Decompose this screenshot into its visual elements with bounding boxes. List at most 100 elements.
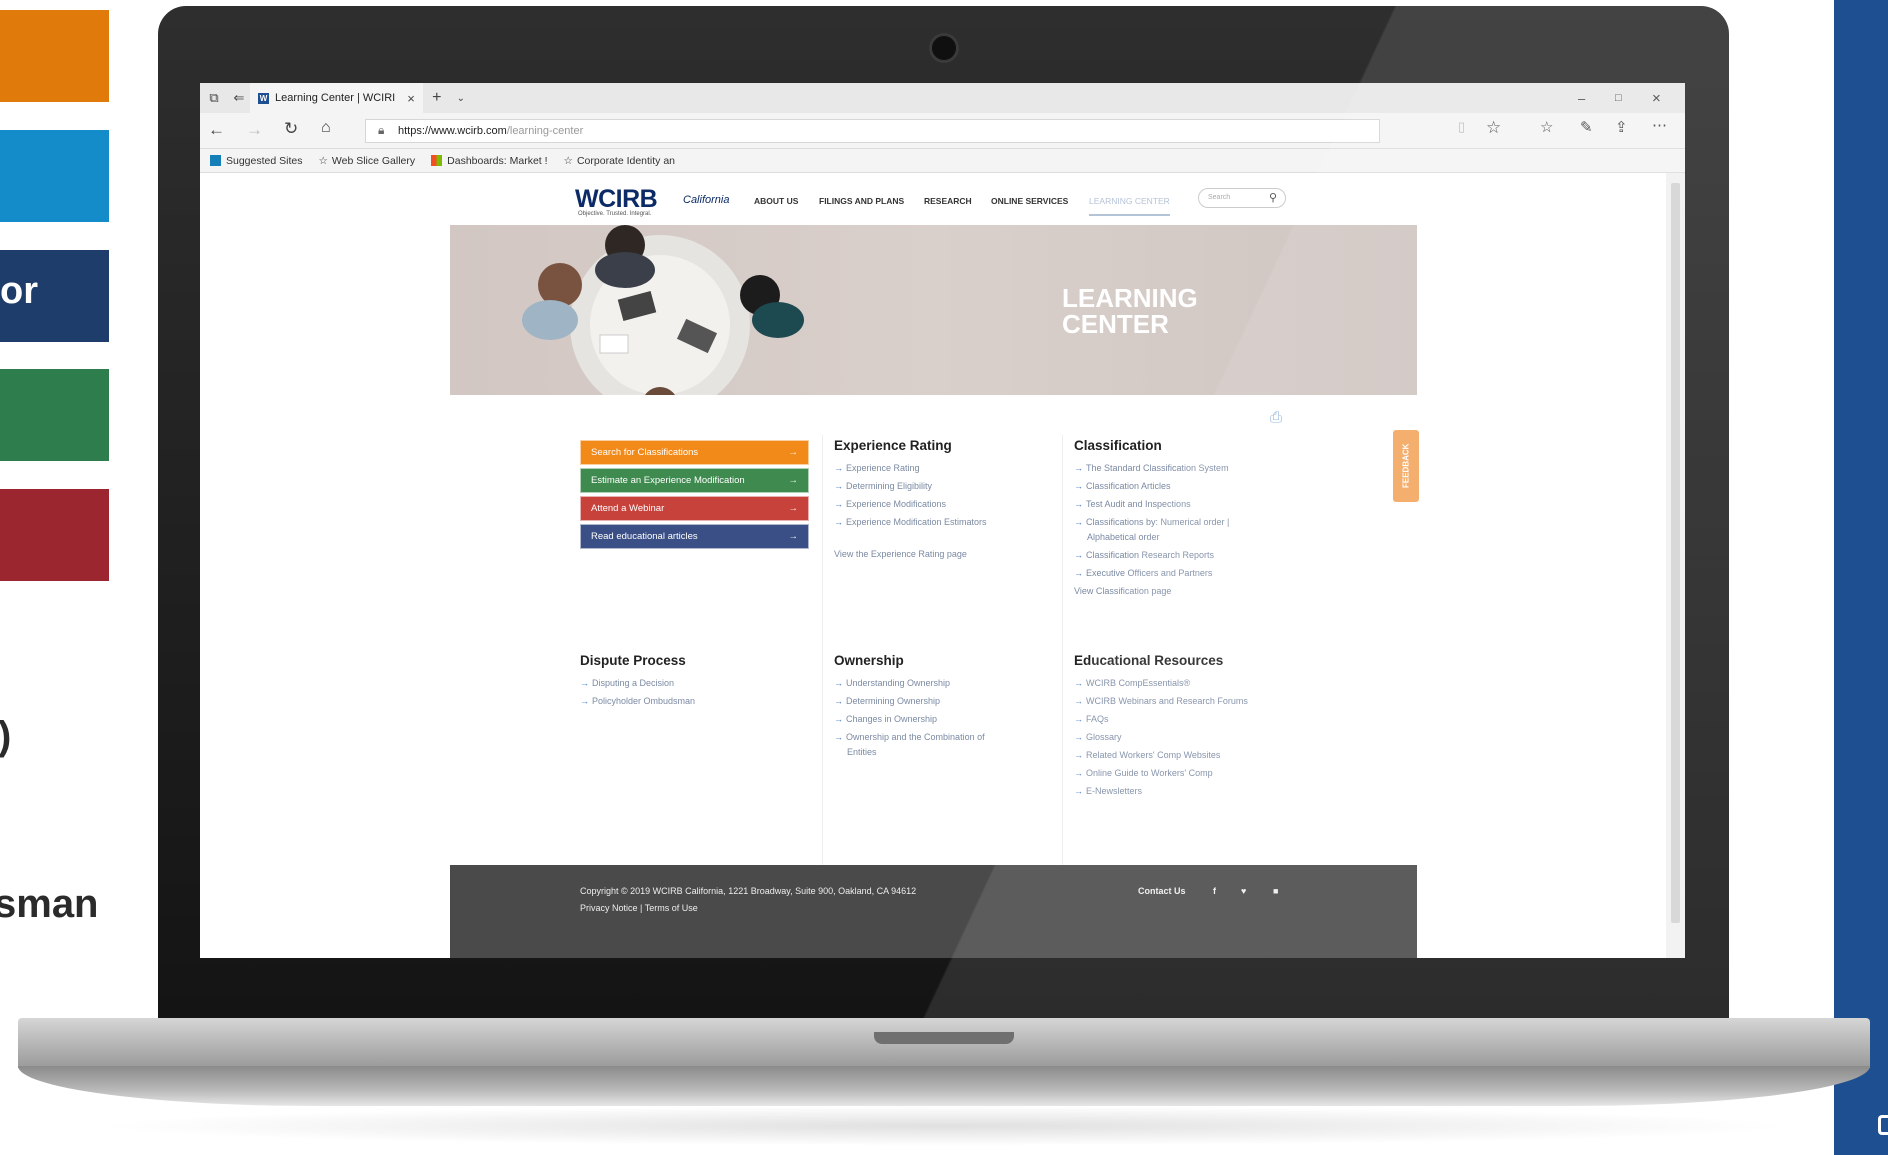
read-articles-button[interactable]: Read educational articles →	[580, 524, 809, 549]
close-tab-icon[interactable]: ×	[407, 91, 415, 106]
feedback-tab[interactable]: FEEDBACK	[1393, 430, 1419, 502]
wcirb-logo[interactable]: WCIRB	[575, 185, 658, 214]
new-tab-icon[interactable]: +	[423, 89, 451, 107]
educational-link[interactable]: → FAQs	[1074, 714, 1109, 724]
ownership-link[interactable]: → Changes in Ownership	[834, 714, 937, 724]
hero-title: LEARNING CENTER	[1062, 283, 1198, 339]
arrow-right-icon: →	[788, 531, 799, 542]
tab-bar: ⧉ ⇐ W Learning Center | WCIRI × + ⌄ – □ …	[200, 83, 1685, 113]
star-icon: ☆	[563, 154, 573, 167]
share-icon[interactable]: ⇪	[1615, 118, 1628, 136]
view-experience-rating-link[interactable]: View the Experience Rating page	[834, 549, 967, 559]
chevron-down-icon[interactable]: ⌄	[451, 93, 471, 104]
experience-rating-link[interactable]: → Experience Rating	[834, 463, 920, 473]
classification-link[interactable]: → Classification Research Reports	[1074, 550, 1214, 560]
ownership-link-wrap[interactable]: Entities	[847, 747, 877, 757]
close-window-icon[interactable]: ×	[1652, 90, 1661, 107]
refresh-icon[interactable]: ↻	[284, 119, 298, 139]
green-tile	[0, 369, 109, 461]
twitter-icon[interactable]: ♥	[1241, 886, 1246, 896]
footer-links[interactable]: Privacy Notice | Terms of Use	[580, 903, 698, 913]
back-tabs-icon[interactable]: ⇐	[228, 90, 250, 106]
fav-item[interactable]: Suggested Sites	[210, 155, 302, 167]
webcam-icon	[929, 33, 959, 63]
classification-link[interactable]: → Executive Officers and Partners	[1074, 568, 1212, 578]
right-bar-glyph	[1878, 1115, 1888, 1135]
slide: or ) sman ⧉ ⇐ W Learning Center | WCIRI …	[0, 0, 1888, 1155]
estimate-xmod-button[interactable]: Estimate an Experience Modification →	[580, 468, 809, 493]
right-blue-bar	[1834, 0, 1888, 1155]
windows-icon	[431, 155, 443, 167]
pen-icon[interactable]: ✎	[1580, 118, 1593, 136]
navy-tile-label: or	[0, 270, 38, 312]
print-icon[interactable]: ⎙	[1270, 409, 1282, 426]
back-arrow-icon[interactable]: ←	[208, 120, 225, 140]
experience-rating-link[interactable]: → Determining Eligibility	[834, 481, 932, 491]
search-classifications-button[interactable]: Search for Classifications →	[580, 440, 809, 465]
forward-arrow-icon[interactable]: →	[246, 120, 263, 140]
ownership-link[interactable]: → Determining Ownership	[834, 696, 940, 706]
arrow-right-icon: →	[788, 475, 799, 486]
attend-webinar-button[interactable]: Attend a Webinar →	[580, 496, 809, 521]
nav-learning-center[interactable]: LEARNING CENTER	[1089, 196, 1170, 216]
scrollbar-thumb[interactable]	[1671, 183, 1680, 923]
nav-online-services[interactable]: ONLINE SERVICES	[991, 196, 1068, 206]
favorites-icon[interactable]: ☆	[1540, 118, 1553, 136]
educational-link[interactable]: → WCIRB CompEssentials®	[1074, 678, 1190, 688]
search-icon[interactable]: ⚲	[1269, 191, 1277, 204]
vertical-scrollbar[interactable]	[1666, 173, 1685, 958]
dispute-link[interactable]: → Disputing a Decision	[580, 678, 674, 688]
more-icon[interactable]: ⋯	[1652, 116, 1667, 134]
site-search-input[interactable]: Search ⚲	[1198, 188, 1286, 208]
home-icon[interactable]: ⌂	[321, 119, 331, 137]
favorites-bar: Suggested Sites ☆ Web Slice Gallery Dashb…	[200, 149, 1685, 173]
experience-rating-link[interactable]: → Experience Modifications	[834, 499, 946, 509]
url-field[interactable]: 🔒︎ https://www.wcirb.com/learning-center	[365, 119, 1380, 143]
arrow-right-icon: →	[788, 503, 799, 514]
hero-banner: LEARNING CENTER	[450, 225, 1417, 395]
classification-link[interactable]: → Test Audit and Inspections	[1074, 499, 1191, 509]
educational-link[interactable]: → E-Newsletters	[1074, 786, 1142, 796]
fav-item[interactable]: ☆ Corporate Identity an	[564, 155, 675, 167]
site-nav: WCIRB California Objective. Trusted. Int…	[450, 173, 1417, 225]
ownership-link[interactable]: → Ownership and the Combination of	[834, 732, 985, 742]
wcirb-site: WCIRB California Objective. Trusted. Int…	[450, 173, 1419, 958]
logo-sub: California	[683, 194, 730, 206]
site-footer: Copyright © 2019 WCIRB California, 1221 …	[450, 865, 1417, 958]
classification-link[interactable]: → Classifications by: Numerical order |	[1074, 517, 1229, 527]
column-divider	[822, 435, 823, 895]
educational-link[interactable]: → Glossary	[1074, 732, 1122, 742]
star-icon[interactable]: ☆	[1486, 118, 1501, 138]
classification-link[interactable]: → Classification Articles	[1074, 481, 1171, 491]
page-viewport: WCIRB California Objective. Trusted. Int…	[200, 173, 1685, 958]
fav-item[interactable]: ☆ Web Slice Gallery	[318, 155, 415, 167]
fav-item[interactable]: Dashboards: Market !	[431, 155, 548, 167]
experience-rating-link[interactable]: → Experience Modification Estimators	[834, 517, 987, 527]
educational-link[interactable]: → WCIRB Webinars and Research Forums	[1074, 696, 1248, 706]
dispute-heading: Dispute Process	[580, 653, 686, 668]
educational-link[interactable]: → Online Guide to Workers' Comp	[1074, 768, 1213, 778]
ownership-link[interactable]: → Understanding Ownership	[834, 678, 950, 688]
tab-actions-icon[interactable]: ⧉	[200, 90, 228, 106]
reading-view-icon[interactable]: ▯	[1458, 119, 1465, 135]
ownership-heading: Ownership	[834, 653, 904, 668]
red-tile	[0, 489, 109, 581]
lock-icon: 🔒︎	[378, 123, 385, 137]
url-path: /learning-center	[506, 125, 584, 137]
minimize-icon[interactable]: –	[1578, 91, 1585, 106]
blue-tile	[0, 130, 109, 222]
tab-learning-center[interactable]: W Learning Center | WCIRI ×	[250, 83, 423, 113]
classification-link[interactable]: → The Standard Classification System	[1074, 463, 1229, 473]
maximize-icon[interactable]: □	[1615, 92, 1622, 104]
nav-about-us[interactable]: ABOUT US	[754, 196, 798, 206]
contact-us-link[interactable]: Contact Us	[1138, 886, 1186, 896]
linkedin-icon[interactable]: ■	[1273, 886, 1278, 896]
nav-filings[interactable]: FILINGS AND PLANS	[819, 196, 904, 206]
view-classification-link[interactable]: View Classification page	[1074, 586, 1171, 596]
educational-link[interactable]: → Related Workers' Comp Websites	[1074, 750, 1220, 760]
classification-link-wrap[interactable]: Alphabetical order	[1087, 532, 1160, 542]
dispute-link[interactable]: → Policyholder Ombudsman	[580, 696, 695, 706]
nav-research[interactable]: RESEARCH	[924, 196, 972, 206]
laptop-shadow	[90, 1106, 1800, 1146]
facebook-icon[interactable]: f	[1213, 886, 1216, 896]
